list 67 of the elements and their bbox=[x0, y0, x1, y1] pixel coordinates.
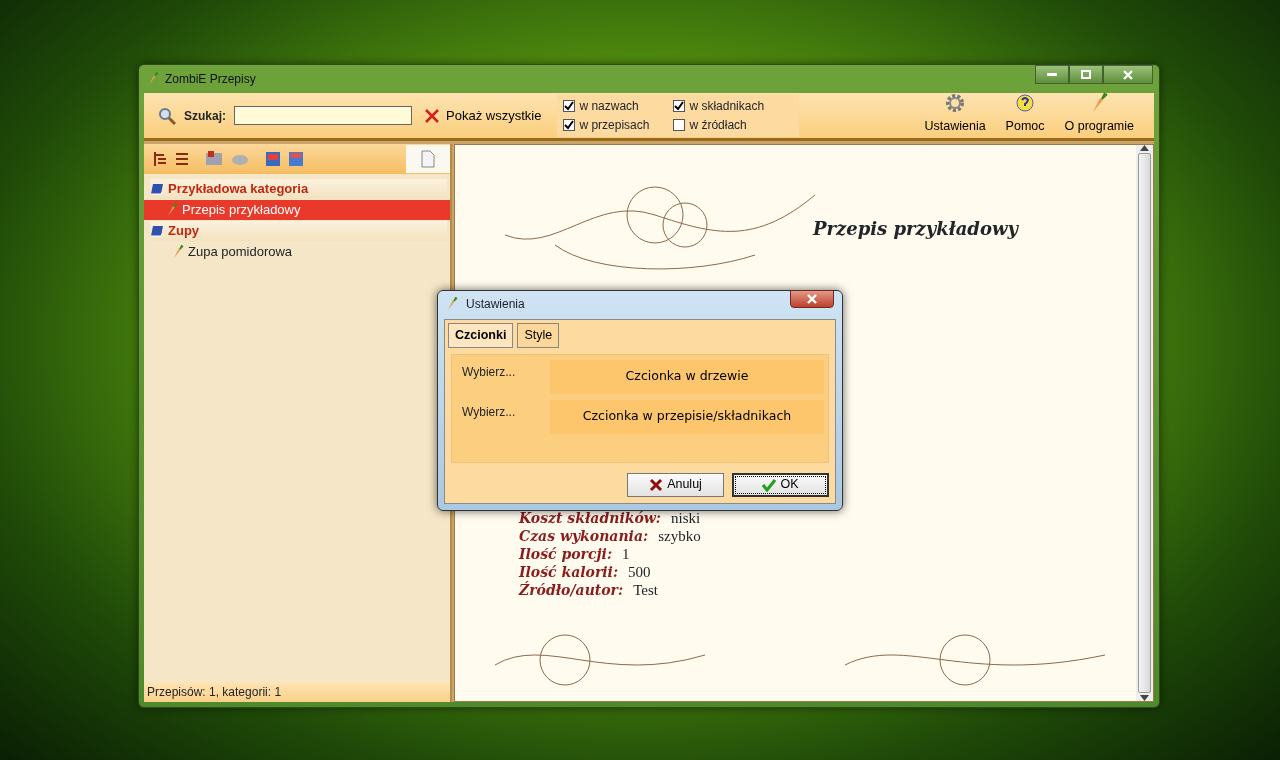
check-icon bbox=[762, 477, 777, 492]
minimize-icon bbox=[1047, 72, 1057, 77]
dialog-tab[interactable]: Style bbox=[517, 323, 560, 348]
carrot-icon bbox=[446, 297, 458, 311]
close-icon bbox=[1123, 69, 1133, 80]
save-list-icon[interactable] bbox=[264, 150, 282, 168]
tree-item[interactable]: Zupy bbox=[150, 221, 447, 241]
close-button[interactable] bbox=[790, 290, 834, 308]
detail-value: niski bbox=[670, 510, 701, 526]
gear-icon bbox=[944, 91, 967, 114]
toolbar-button[interactable]: O programie bbox=[1054, 91, 1144, 136]
maximize-button[interactable] bbox=[1069, 65, 1103, 84]
ok-button[interactable]: OK bbox=[732, 472, 829, 497]
font-button[interactable]: Czcionka w przepisie/składnikach bbox=[550, 399, 824, 434]
scrollbar[interactable] bbox=[1136, 145, 1153, 701]
search-icon bbox=[158, 106, 176, 125]
scroll-down-icon[interactable] bbox=[1140, 695, 1149, 701]
detail-value: 1 bbox=[622, 546, 630, 562]
detail-value: Test bbox=[633, 582, 658, 598]
cross-icon bbox=[649, 477, 664, 492]
search-label: Szukaj: bbox=[184, 107, 226, 125]
detail-label: Ilość kalorii: bbox=[519, 564, 619, 580]
minimize-button[interactable] bbox=[1035, 65, 1069, 84]
tree-item[interactable]: Przykładowa kategoria bbox=[150, 179, 447, 199]
cross-icon bbox=[424, 107, 440, 124]
filter-checkbox[interactable]: w nazwach bbox=[563, 97, 674, 115]
detail-value: szybko bbox=[658, 528, 701, 544]
close-button[interactable] bbox=[1103, 65, 1153, 84]
dialog-title: Ustawienia bbox=[466, 296, 525, 313]
check-icon bbox=[564, 120, 575, 130]
question-mark-icon bbox=[1014, 91, 1037, 114]
status-bar: Przepisów: 1, kategorii: 1 bbox=[144, 682, 450, 702]
show-all-button[interactable]: Pokaż wszystkie bbox=[420, 105, 542, 126]
filter-checkbox[interactable]: w składnikach bbox=[673, 97, 794, 115]
tree-item[interactable]: Przepis przykładowy bbox=[144, 200, 450, 220]
dialog-tab[interactable]: Czcionki bbox=[448, 323, 514, 348]
list-icon[interactable] bbox=[174, 151, 190, 167]
detail-label: Źródło/autor: bbox=[519, 582, 624, 598]
toolbar-button[interactable]: Ustawienia bbox=[914, 91, 996, 136]
cancel-button[interactable]: Anuluj bbox=[627, 472, 724, 497]
book-icon bbox=[150, 182, 164, 196]
filter-checkbox[interactable]: w źródłach bbox=[673, 116, 794, 134]
book-icon bbox=[150, 224, 164, 238]
carrot-icon bbox=[172, 245, 184, 259]
document-icon bbox=[421, 150, 435, 168]
check-icon bbox=[674, 101, 685, 111]
carrot-icon bbox=[147, 71, 159, 86]
toolbar-button[interactable]: Pomoc bbox=[995, 91, 1055, 136]
detail-label: Koszt składników: bbox=[519, 510, 661, 526]
window-title: ZombiE Przepisy bbox=[165, 70, 256, 88]
recipe-title: Przepis przykładowy bbox=[813, 217, 1018, 241]
detail-label: Czas wykonania: bbox=[519, 528, 649, 544]
filter-checkbox[interactable]: w przepisach bbox=[563, 116, 674, 134]
maximize-icon bbox=[1081, 70, 1091, 79]
tree-expand-icon[interactable] bbox=[152, 151, 168, 167]
choose-label: Wybierz... bbox=[461, 403, 517, 421]
choose-label: Wybierz... bbox=[461, 363, 517, 381]
detail-label: Ilość porcji: bbox=[519, 546, 613, 562]
check-icon bbox=[564, 101, 575, 111]
scroll-up-icon[interactable] bbox=[1140, 145, 1149, 151]
detail-value: 500 bbox=[628, 564, 651, 580]
carrot-icon bbox=[166, 203, 178, 217]
search-field[interactable] bbox=[234, 106, 412, 125]
font-button[interactable]: Czcionka w drzewie bbox=[550, 359, 824, 394]
close-icon bbox=[807, 294, 817, 304]
tree-item[interactable]: Zupa pomidorowa bbox=[150, 242, 447, 262]
save-icon[interactable] bbox=[288, 151, 304, 167]
